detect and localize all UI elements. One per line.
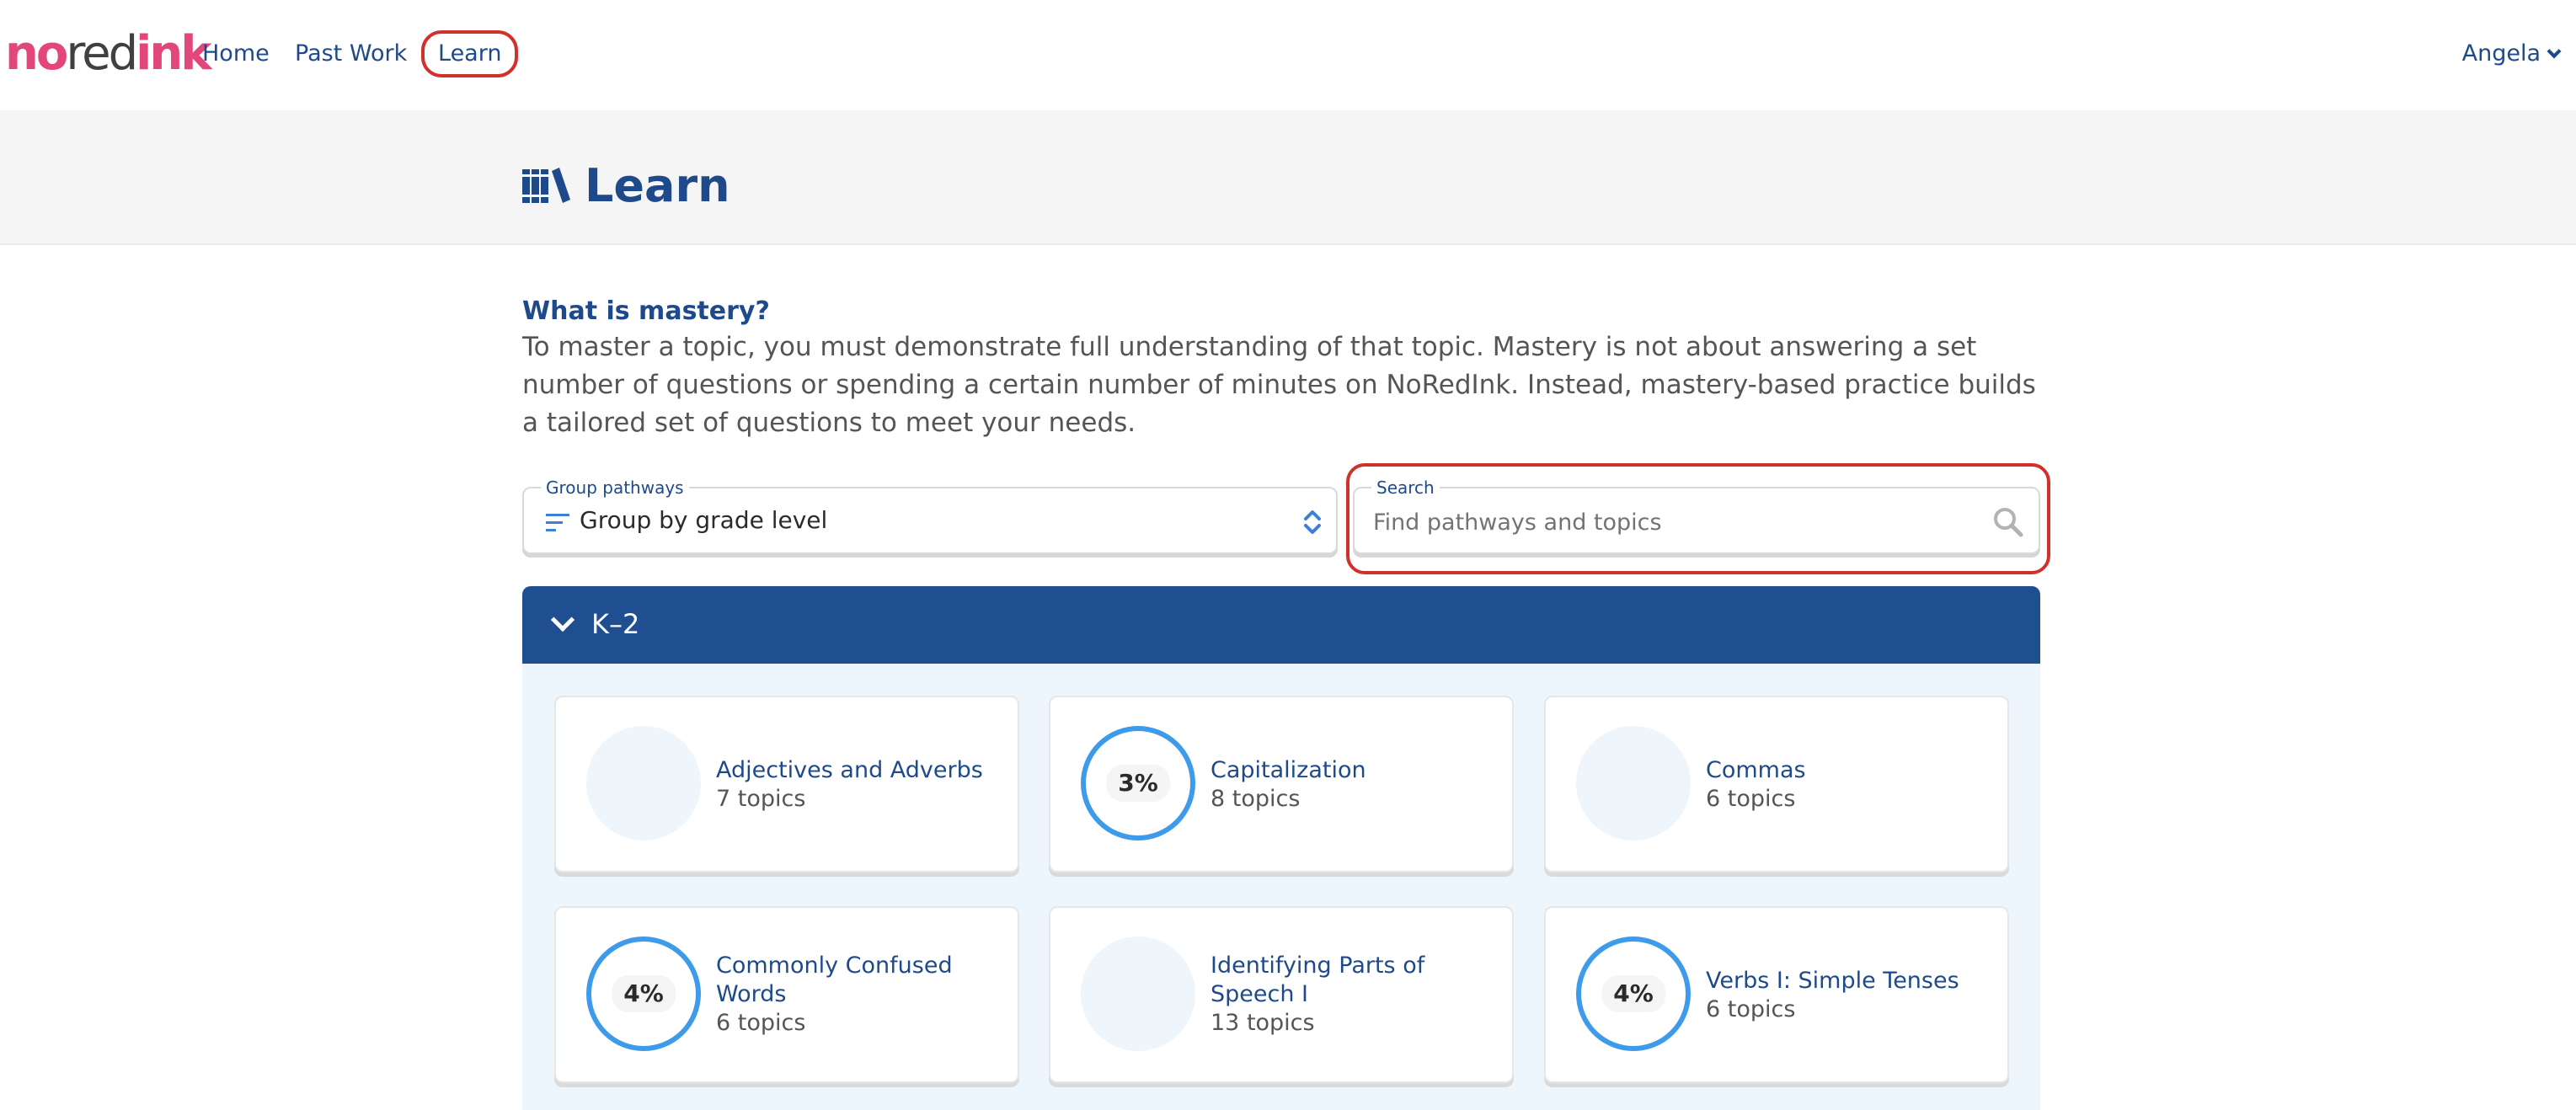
progress-ring: 4% (1576, 937, 1691, 1051)
pathway-card[interactable]: Commas 6 topics (1544, 696, 2009, 873)
books-icon (522, 168, 570, 203)
logo-red: red (66, 26, 138, 81)
chevron-down-icon (550, 607, 575, 632)
pathway-title: Capitalization (1211, 757, 1366, 783)
pathway-topic-count: 6 topics (716, 1010, 806, 1036)
group-pathways-value: Group by grade level (580, 506, 828, 534)
mastery-description: To master a topic, you must demonstrate … (522, 332, 2036, 438)
nav-past-work-link[interactable]: Past Work (295, 37, 407, 71)
top-nav: noredink Home Past Work Learn Angela (0, 0, 2576, 110)
progress-ring: 4% (586, 937, 701, 1051)
nav-learn-link[interactable]: Learn (421, 30, 519, 77)
progress-percent: 4% (1601, 975, 1665, 1012)
pathway-card[interactable]: Adjectives and Adverbs 7 topics (554, 696, 1019, 873)
pathway-card[interactable]: 4% Verbs I: Simple Tenses 6 topics (1544, 906, 2009, 1083)
progress-ring (1081, 937, 1195, 1051)
pathway-title: Commas (1706, 757, 1806, 783)
pathway-title: Identifying Parts of Speech I (1211, 953, 1425, 1007)
search-field[interactable]: Search (1353, 477, 2040, 554)
progress-percent: 3% (1106, 765, 1170, 802)
nav-home-link[interactable]: Home (202, 37, 270, 71)
page-title: Learn (585, 159, 730, 212)
search-label: Search (1371, 477, 1440, 499)
user-name: Angela (2461, 40, 2541, 67)
page-header: Learn (0, 110, 2576, 245)
progress-percent: 4% (612, 975, 676, 1012)
sort-lines-icon (546, 514, 569, 531)
mastery-heading: What is mastery? (522, 296, 770, 326)
progress-ring: 3% (1081, 726, 1195, 841)
pathway-title: Commonly Confused Words (716, 953, 953, 1007)
search-input[interactable] (1373, 504, 1963, 541)
progress-ring (586, 726, 701, 841)
search-icon[interactable] (1991, 505, 2025, 539)
pathway-topic-count: 6 topics (1706, 996, 1796, 1022)
grade-section-header[interactable]: K–2 (522, 586, 2040, 664)
chevron-down-icon (2547, 44, 2562, 59)
pathway-card[interactable]: 4% Commonly Confused Words 6 topics (554, 906, 1019, 1083)
grade-section-body: Adjectives and Adverbs 7 topics 3% Capit… (522, 664, 2040, 1110)
noredink-logo[interactable]: noredink (5, 26, 211, 81)
logo-ink: ink (136, 26, 211, 81)
group-pathways-label: Group pathways (541, 477, 689, 499)
pathway-card[interactable]: 3% Capitalization 8 topics (1049, 696, 1514, 873)
pathway-title: Adjectives and Adverbs (716, 757, 983, 783)
pathway-topic-count: 8 topics (1211, 786, 1301, 812)
pathway-topic-count: 13 topics (1211, 1010, 1315, 1036)
pathway-topic-count: 6 topics (1706, 786, 1796, 812)
group-pathways-select[interactable]: Group pathways Group by grade level (522, 477, 1338, 554)
pathway-title: Verbs I: Simple Tenses (1706, 968, 1959, 994)
grade-section-title: K–2 (591, 608, 640, 640)
progress-ring (1576, 726, 1691, 841)
logo-no: no (5, 26, 68, 81)
select-arrows-icon (1304, 510, 1321, 534)
pathway-card[interactable]: Identifying Parts of Speech I 13 topics (1049, 906, 1514, 1083)
user-menu[interactable]: Angela (2461, 37, 2562, 71)
pathway-topic-count: 7 topics (716, 786, 806, 812)
